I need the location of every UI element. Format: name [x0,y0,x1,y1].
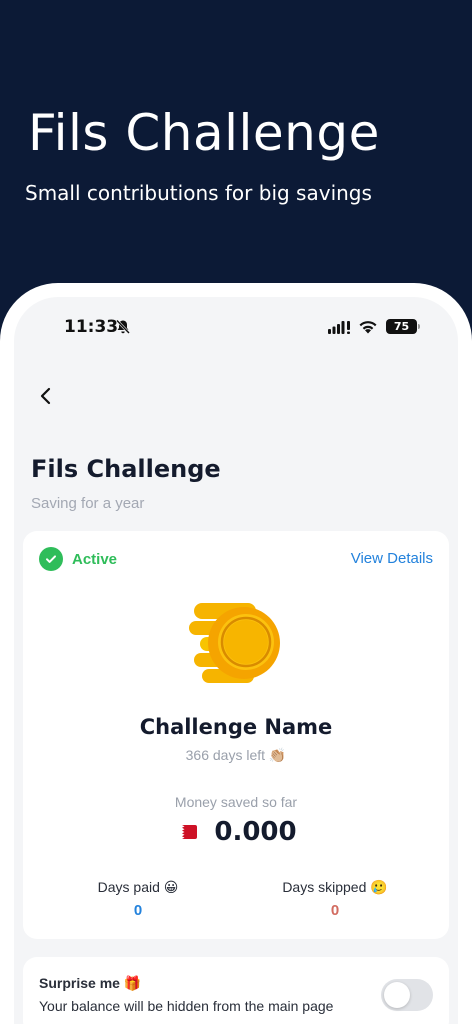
battery-nub [418,324,420,329]
money-saved-label: Money saved so far [174,794,298,810]
days-skipped-stat: Days skipped 🥲 0 [245,879,425,919]
days-paid-label: Days paid 😀 [97,879,179,895]
view-details-link[interactable]: View Details [351,550,433,567]
check-circle-icon [39,547,63,571]
page-subtitle: Saving for a year [31,495,145,512]
days-skipped-value: 0 [330,902,340,919]
days-paid-value: 0 [133,902,143,919]
surprise-card: Surprise me 🎁 Your balance will be hidde… [23,957,449,1024]
coin-icon [188,597,284,698]
battery-icon: 75 [386,319,417,334]
hero-subtitle: Small contributions for big savings [25,181,372,205]
phone-frame: 11:33 75 Fils Challenge Saving for a yea… [0,283,472,1024]
money-saved-amount: 0.000 [214,817,297,847]
challenge-name: Challenge Name [139,715,333,739]
days-skipped-label: Days skipped 🥲 [282,879,388,895]
bell-slash-icon [115,319,131,340]
surprise-title: Surprise me 🎁 [39,975,142,991]
days-left: 366 days left 👏🏼 [185,747,287,763]
challenge-card: Active View Details Challenge Name 366 d… [23,531,449,939]
hero-title: Fils Challenge [28,104,380,162]
bahrain-flag-icon [175,825,198,839]
back-chevron-icon [40,387,51,405]
page-title: Fils Challenge [31,455,221,483]
status-bar: 11:33 75 [14,317,458,339]
wifi-icon [358,319,378,339]
toggle-knob [384,982,410,1008]
money-saved-row: 0.000 [23,817,449,847]
status-badge: Active [72,550,118,568]
status-time: 11:33 [64,317,119,337]
surprise-subtitle: Your balance will be hidden from the mai… [39,998,334,1014]
signal-icon [328,321,350,339]
days-paid-stat: Days paid 😀 0 [48,879,228,919]
status-row: Active [39,547,117,571]
surprise-toggle[interactable] [381,979,433,1011]
back-button[interactable] [36,385,56,407]
app-screen: 11:33 75 Fils Challenge Saving for a yea… [14,297,458,1024]
